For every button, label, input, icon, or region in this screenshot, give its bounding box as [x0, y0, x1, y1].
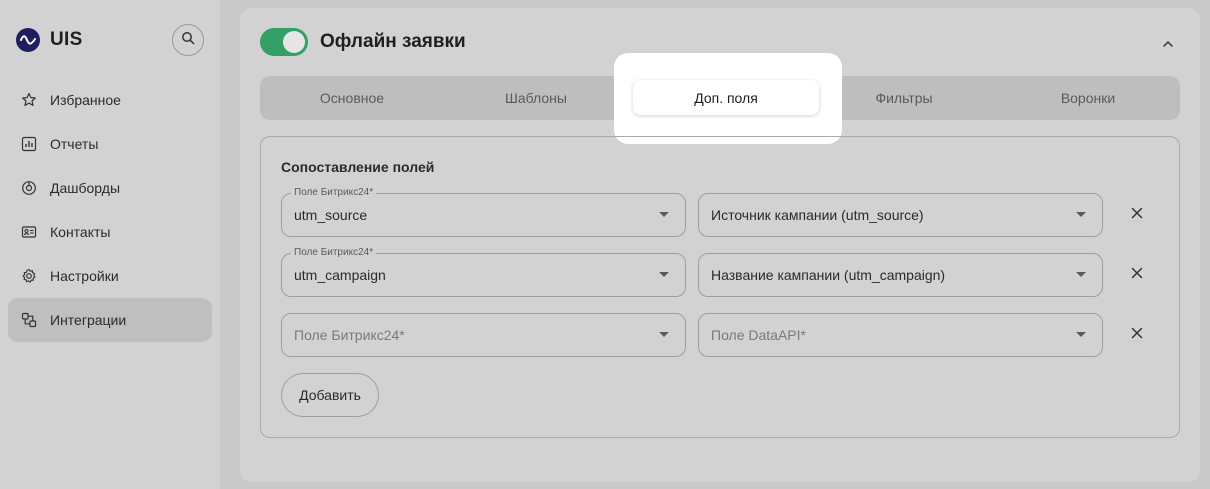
field-value: Название кампании (utm_campaign) [711, 267, 946, 283]
field-value: Источник кампании (utm_source) [711, 207, 924, 223]
dataapi-field-select[interactable]: Поле DataAPI* [698, 313, 1103, 357]
sidebar: UIS Избранное Отчеты Дашборды Контакты Н… [0, 0, 220, 489]
tab-templates[interactable]: Шаблоны [444, 76, 628, 120]
sidebar-item-favorites[interactable]: Избранное [8, 78, 212, 122]
sidebar-item-contacts[interactable]: Контакты [8, 210, 212, 254]
close-icon [1131, 326, 1143, 344]
dropdown-arrow-icon [1076, 332, 1086, 337]
offline-requests-card: Офлайн заявки Основное Шаблоны Фильтры В… [240, 8, 1200, 482]
bitrix-field-select[interactable]: Поле Битрикс24* utm_campaign [281, 247, 686, 297]
dropdown-arrow-icon [1076, 212, 1086, 217]
sidebar-item-label: Контакты [50, 224, 111, 240]
remove-row-button[interactable] [1126, 264, 1148, 286]
sidebar-item-settings[interactable]: Настройки [8, 254, 212, 298]
card-title: Офлайн заявки [320, 31, 466, 52]
dropdown-arrow-icon [659, 332, 669, 337]
remove-row-button[interactable] [1126, 324, 1148, 346]
field-mapping-section: Сопоставление полей Поле Битрикс24* utm_… [260, 136, 1180, 438]
add-button[interactable]: Добавить [281, 373, 379, 417]
dropdown-arrow-icon [659, 212, 669, 217]
tab-funnels[interactable]: Воронки [996, 76, 1180, 120]
dropdown-arrow-icon [1076, 272, 1086, 277]
search-icon [181, 31, 195, 50]
bitrix-field-select[interactable]: Поле Битрикс24* utm_source [281, 187, 686, 237]
field-label: Поле Битрикс24* [291, 187, 377, 199]
dashboard-icon [20, 179, 38, 197]
sidebar-item-integrations[interactable]: Интеграции [8, 298, 212, 342]
dropdown-arrow-icon [659, 272, 669, 277]
sidebar-item-reports[interactable]: Отчеты [8, 122, 212, 166]
star-icon [20, 91, 38, 109]
dataapi-field-select[interactable]: Название кампании (utm_campaign) [698, 253, 1103, 297]
sidebar-item-label: Отчеты [50, 136, 99, 152]
field-value: utm_campaign [294, 267, 386, 283]
remove-row-button[interactable] [1126, 204, 1148, 226]
brand[interactable]: UIS [16, 28, 83, 52]
tab-main[interactable]: Основное [260, 76, 444, 120]
field-placeholder: Поле Битрикс24* [294, 327, 405, 343]
dataapi-field-select[interactable]: Источник кампании (utm_source) [698, 193, 1103, 237]
search-button[interactable] [172, 24, 204, 56]
chevron-up-icon [1162, 35, 1174, 53]
chart-icon [20, 135, 38, 153]
sidebar-nav: Избранное Отчеты Дашборды Контакты Настр… [8, 78, 212, 342]
tab-extra-fields[interactable]: Доп. поля [633, 80, 819, 115]
enable-toggle[interactable] [260, 28, 308, 56]
sidebar-item-label: Избранное [50, 92, 121, 108]
collapse-button[interactable] [1156, 32, 1180, 56]
sidebar-item-label: Дашборды [50, 180, 120, 196]
contacts-icon [20, 223, 38, 241]
close-icon [1131, 266, 1143, 284]
gear-icon [20, 267, 38, 285]
toggle-knob [283, 31, 305, 53]
sidebar-item-label: Интеграции [50, 312, 127, 328]
integrations-icon [20, 311, 38, 329]
bitrix-field-select[interactable]: Поле Битрикс24* [281, 313, 686, 357]
uis-logo-icon [16, 28, 40, 52]
field-placeholder: Поле DataAPI* [711, 327, 806, 343]
card-header: Офлайн заявки [260, 28, 466, 56]
sidebar-item-label: Настройки [50, 268, 119, 284]
sidebar-item-dashboards[interactable]: Дашборды [8, 166, 212, 210]
brand-name: UIS [50, 29, 83, 50]
field-label: Поле Битрикс24* [291, 247, 377, 259]
field-value: utm_source [294, 207, 368, 223]
section-title: Сопоставление полей [281, 159, 435, 175]
close-icon [1131, 206, 1143, 224]
